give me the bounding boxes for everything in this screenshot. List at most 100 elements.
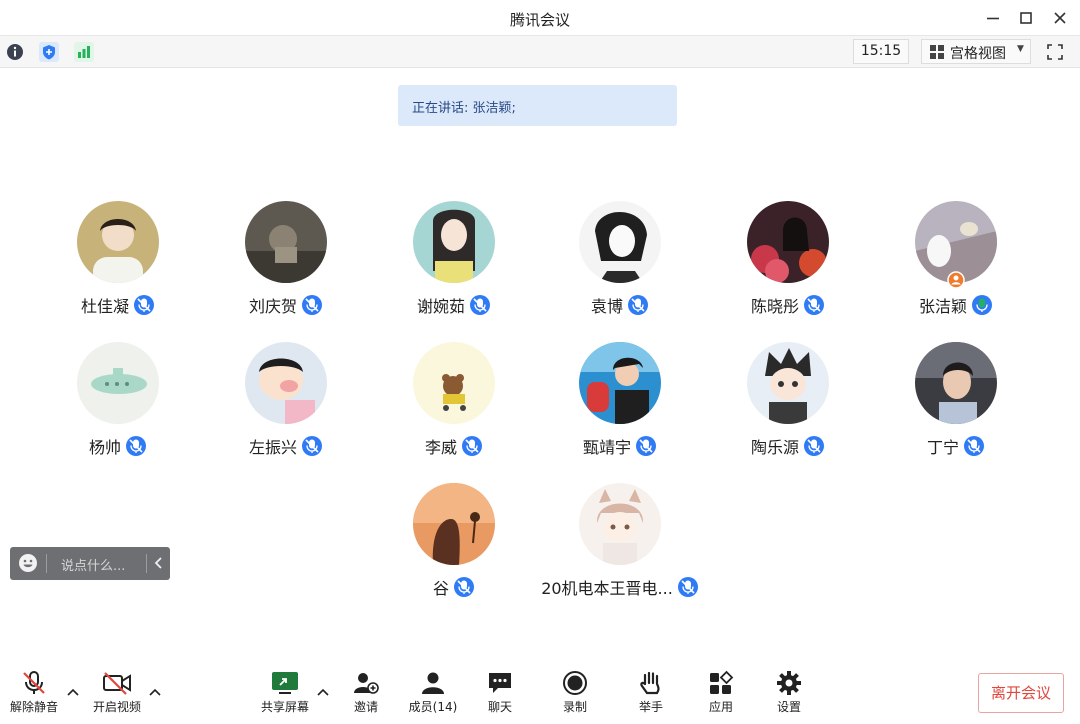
mic-off-icon bbox=[23, 671, 45, 694]
close-icon[interactable] bbox=[1048, 6, 1072, 30]
raise-hand-label: 举手 bbox=[638, 700, 663, 714]
gear-icon bbox=[777, 671, 801, 695]
mic-muted-icon bbox=[635, 435, 657, 457]
mic-muted-icon bbox=[461, 435, 483, 457]
participant-tile[interactable]: 杨帅 bbox=[36, 342, 200, 467]
raise-hand-button[interactable]: 举手 bbox=[619, 670, 683, 722]
invite-button[interactable]: 邀请 bbox=[334, 670, 398, 722]
network-signal-icon[interactable] bbox=[73, 41, 95, 63]
fullscreen-icon[interactable] bbox=[1043, 40, 1067, 64]
mic-muted-icon bbox=[301, 294, 323, 316]
unmute-button[interactable]: 解除静音 bbox=[2, 670, 66, 722]
mic-muted-icon bbox=[453, 576, 475, 598]
title-bar: 腾讯会议 bbox=[0, 0, 1080, 36]
security-shield-icon[interactable] bbox=[38, 41, 60, 63]
record-button[interactable]: 录制 bbox=[543, 670, 607, 722]
participant-name: 刘庆贺 bbox=[248, 297, 297, 316]
participant-name: 袁博 bbox=[590, 297, 623, 316]
participant-tile[interactable]: 20机电本王晋电... bbox=[538, 483, 702, 608]
mic-muted-icon bbox=[963, 435, 985, 457]
divider bbox=[46, 554, 47, 573]
chat-input-placeholder[interactable]: 说点什么... bbox=[61, 555, 125, 574]
view-mode-dropdown[interactable]: 宫格视图 ▼ bbox=[921, 39, 1031, 64]
avatar bbox=[77, 342, 159, 424]
leave-meeting-button[interactable]: 离开会议 bbox=[978, 673, 1064, 713]
participant-tile[interactable]: 杜佳凝 bbox=[36, 201, 200, 326]
share-screen-label: 共享屏幕 bbox=[260, 700, 309, 714]
mic-active-icon bbox=[971, 294, 993, 316]
meeting-toolbar: 解除静音 开启视频 共享屏幕 邀请 成员(14) 聊天 录制 举手 应用 设置 bbox=[0, 662, 1080, 724]
participant-name-row: 谷 bbox=[372, 575, 536, 599]
speaking-indicator-banner: 正在讲话: 张洁颖; bbox=[398, 85, 677, 126]
participant-tile[interactable]: 丁宁 bbox=[874, 342, 1038, 467]
host-badge-icon bbox=[947, 271, 965, 289]
mic-muted-icon bbox=[627, 294, 649, 316]
participant-name-row: 张洁颖 bbox=[874, 293, 1038, 317]
apps-label: 应用 bbox=[708, 700, 733, 714]
participant-name: 谢婉茹 bbox=[416, 297, 465, 316]
members-button[interactable]: 成员(14) bbox=[401, 670, 465, 722]
participant-tile[interactable]: 袁博 bbox=[538, 201, 702, 326]
chat-button[interactable]: 聊天 bbox=[468, 670, 532, 722]
avatar bbox=[579, 342, 661, 424]
participant-name: 杜佳凝 bbox=[80, 297, 129, 316]
chevron-up-icon[interactable] bbox=[148, 686, 162, 698]
unmute-label: 解除静音 bbox=[9, 700, 58, 714]
participant-tile[interactable]: 李威 bbox=[372, 342, 536, 467]
mic-muted-icon bbox=[803, 435, 825, 457]
minimize-icon[interactable] bbox=[981, 6, 1005, 30]
divider bbox=[146, 554, 147, 573]
participant-name-row: 陶乐源 bbox=[706, 434, 870, 458]
participant-name-row: 谢婉茹 bbox=[372, 293, 536, 317]
apps-button[interactable]: 应用 bbox=[689, 670, 753, 722]
participant-name-row: 甄靖宇 bbox=[538, 434, 702, 458]
chat-label: 聊天 bbox=[487, 700, 512, 714]
share-screen-icon bbox=[272, 672, 298, 694]
participant-name: 杨帅 bbox=[88, 438, 121, 457]
start-video-label: 开启视频 bbox=[92, 700, 141, 714]
participant-name: 陈晓彤 bbox=[750, 297, 799, 316]
record-label: 录制 bbox=[562, 700, 587, 714]
avatar bbox=[245, 201, 327, 283]
status-bar: 15:15 宫格视图 ▼ bbox=[0, 36, 1080, 68]
participant-tile[interactable]: 左振兴 bbox=[204, 342, 368, 467]
chevron-down-icon: ▼ bbox=[1017, 44, 1024, 54]
start-video-button[interactable]: 开启视频 bbox=[85, 670, 149, 722]
chevron-up-icon[interactable] bbox=[66, 686, 80, 698]
add-user-icon bbox=[354, 673, 379, 694]
maximize-icon[interactable] bbox=[1014, 6, 1038, 30]
meeting-clock: 15:15 bbox=[853, 39, 909, 64]
participant-name: 丁宁 bbox=[926, 438, 959, 457]
participant-name: 张洁颖 bbox=[918, 297, 967, 316]
participant-name-row: 袁博 bbox=[538, 293, 702, 317]
participant-name: 陶乐源 bbox=[750, 438, 799, 457]
participant-name-row: 杨帅 bbox=[36, 434, 200, 458]
participant-name-row: 陈晓彤 bbox=[706, 293, 870, 317]
chat-input-bar[interactable]: 说点什么... bbox=[10, 547, 170, 580]
participant-tile[interactable]: 甄靖宇 bbox=[538, 342, 702, 467]
participant-tile[interactable]: 张洁颖 bbox=[874, 201, 1038, 326]
info-icon[interactable] bbox=[4, 41, 26, 63]
emoji-icon[interactable] bbox=[18, 553, 38, 573]
participant-tile[interactable]: 刘庆贺 bbox=[204, 201, 368, 326]
participant-name: 李威 bbox=[424, 438, 457, 457]
participant-name-row: 左振兴 bbox=[204, 434, 368, 458]
participant-tile[interactable]: 谷 bbox=[372, 483, 536, 608]
chevron-left-icon[interactable] bbox=[152, 555, 166, 571]
share-screen-button[interactable]: 共享屏幕 bbox=[253, 670, 317, 722]
avatar bbox=[747, 342, 829, 424]
avatar bbox=[915, 342, 997, 424]
participant-tile[interactable]: 谢婉茹 bbox=[372, 201, 536, 326]
apps-icon bbox=[710, 670, 734, 694]
participant-name: 左振兴 bbox=[248, 438, 297, 457]
mic-muted-icon bbox=[677, 576, 699, 598]
avatar bbox=[579, 483, 661, 565]
avatar bbox=[413, 201, 495, 283]
participant-tile[interactable]: 陶乐源 bbox=[706, 342, 870, 467]
participant-tile[interactable]: 陈晓彤 bbox=[706, 201, 870, 326]
participant-name-row: 丁宁 bbox=[874, 434, 1038, 458]
mic-muted-icon bbox=[125, 435, 147, 457]
chevron-up-icon[interactable] bbox=[316, 686, 330, 698]
settings-button[interactable]: 设置 bbox=[757, 670, 821, 722]
mic-muted-icon bbox=[469, 294, 491, 316]
